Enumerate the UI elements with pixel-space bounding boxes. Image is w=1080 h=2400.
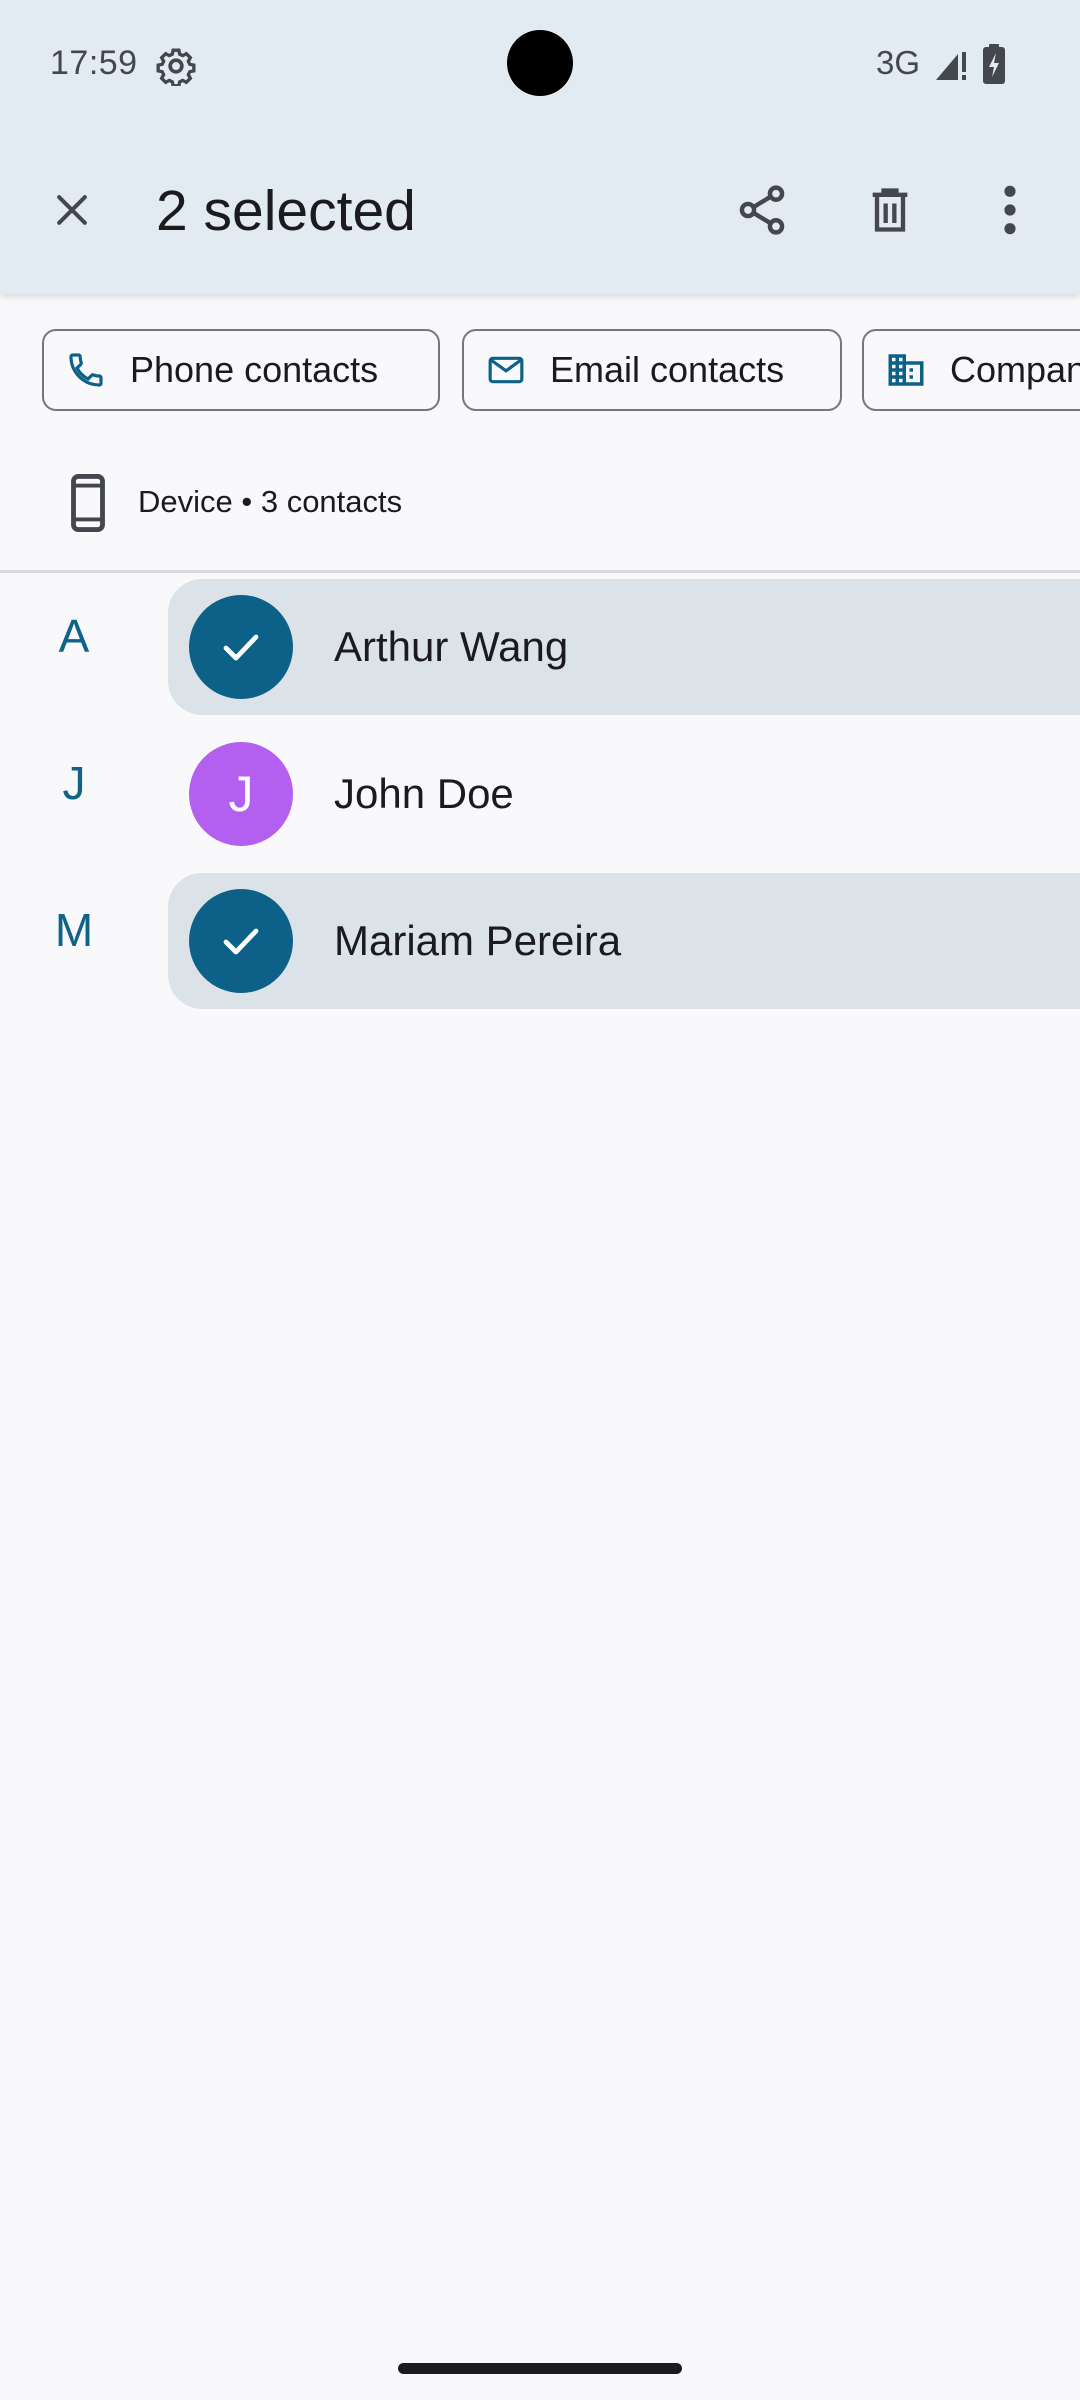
chip-phone-contacts[interactable]: Phone contacts bbox=[42, 329, 440, 411]
gesture-navigation-bar[interactable] bbox=[398, 2363, 682, 2374]
contact-name: Arthur Wang bbox=[334, 623, 569, 670]
top-app-bar: 17:59 3G 2 selected bbox=[0, 0, 1080, 294]
chip-label: Phone contacts bbox=[130, 349, 379, 390]
delete-icon bbox=[872, 188, 908, 232]
share-icon bbox=[739, 185, 785, 235]
account-header: Device • 3 contacts bbox=[0, 460, 1080, 546]
email-icon bbox=[484, 348, 528, 392]
share-button[interactable] bbox=[726, 174, 798, 246]
business-icon bbox=[884, 348, 928, 392]
contact-section-j: J J John Doe bbox=[0, 726, 1080, 862]
divider bbox=[0, 570, 1080, 573]
avatar bbox=[189, 595, 293, 699]
network-type: 3G bbox=[876, 44, 921, 81]
chip-email-contacts[interactable]: Email contacts bbox=[462, 329, 842, 411]
battery-charging-icon bbox=[983, 44, 1005, 84]
contact-arthur-wang[interactable]: Arthur Wang bbox=[168, 579, 1080, 715]
camera-cutout bbox=[507, 30, 573, 96]
filter-chip-row: Phone contacts Email contacts Compan bbox=[42, 329, 1080, 411]
section-letter: M bbox=[54, 904, 94, 956]
check-icon bbox=[223, 928, 259, 955]
chip-label: Compan bbox=[950, 349, 1080, 390]
contact-section-m: M Mariam Pereira bbox=[0, 873, 1080, 1009]
status-time: 17:59 bbox=[50, 44, 138, 82]
selection-count-title: 2 selected bbox=[156, 179, 416, 243]
chip-company[interactable]: Compan bbox=[862, 329, 1080, 411]
signal-icon bbox=[936, 52, 966, 80]
more-vert-icon bbox=[1004, 185, 1016, 235]
more-options-button[interactable] bbox=[974, 174, 1046, 246]
contact-name: John Doe bbox=[334, 770, 514, 817]
contact-section-a: A Arthur Wang bbox=[0, 579, 1080, 715]
avatar: J bbox=[189, 742, 293, 846]
check-icon bbox=[223, 634, 259, 661]
settings-gear-icon bbox=[156, 48, 196, 86]
section-letter: A bbox=[58, 610, 90, 662]
account-label: Device • 3 contacts bbox=[138, 484, 403, 519]
phone-icon bbox=[64, 348, 108, 392]
close-selection-button[interactable] bbox=[36, 174, 108, 246]
smartphone-icon bbox=[71, 474, 105, 532]
contact-mariam-pereira[interactable]: Mariam Pereira bbox=[168, 873, 1080, 1009]
close-icon bbox=[57, 195, 87, 225]
chip-label: Email contacts bbox=[550, 349, 785, 390]
section-letter: J bbox=[62, 757, 86, 809]
avatar bbox=[189, 889, 293, 993]
delete-button[interactable] bbox=[854, 174, 926, 246]
contact-name: Mariam Pereira bbox=[334, 917, 622, 964]
contact-john-doe[interactable]: J John Doe bbox=[168, 726, 1080, 862]
